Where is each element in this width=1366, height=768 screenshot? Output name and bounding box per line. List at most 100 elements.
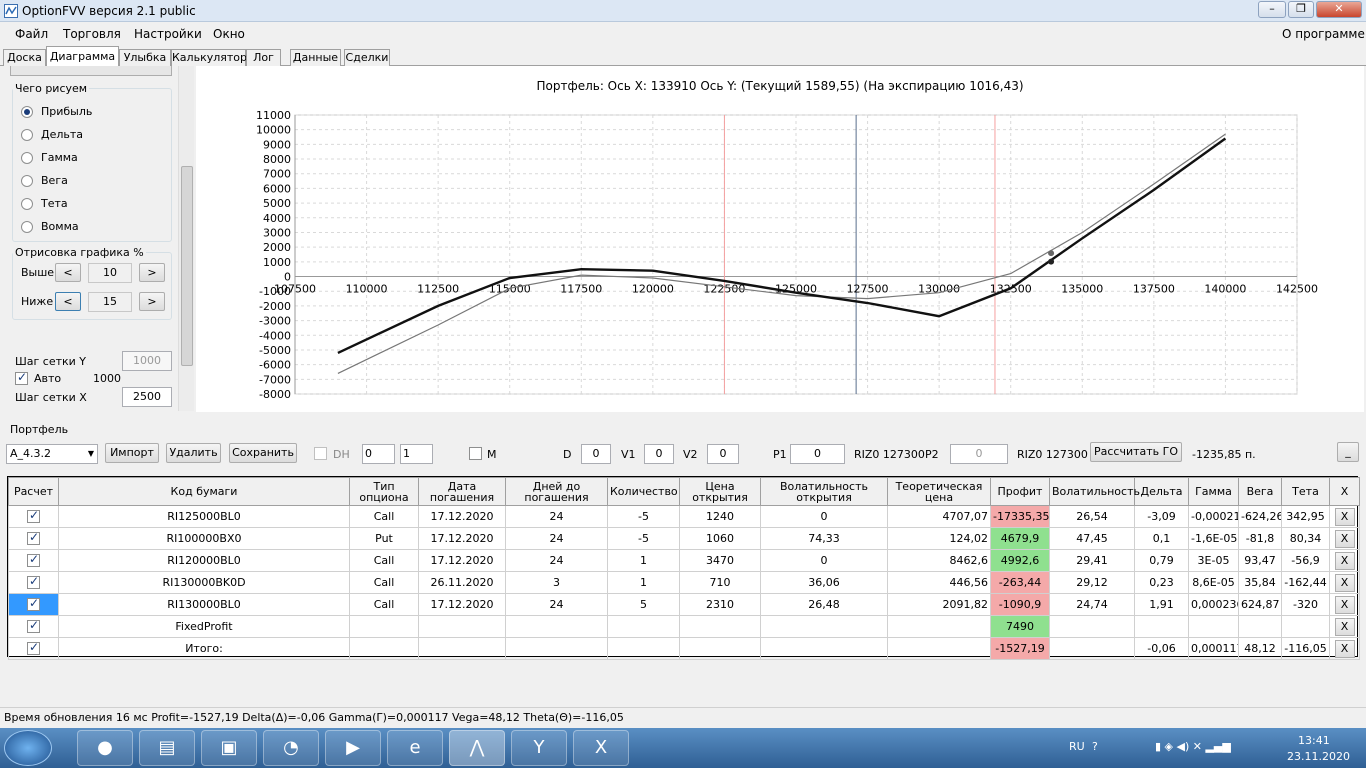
remove-row-button[interactable]: X <box>1334 573 1355 592</box>
left-scrollbar[interactable] <box>178 66 194 411</box>
explorer-icon[interactable]: ▤ <box>139 730 195 766</box>
column-header[interactable]: Дельта <box>1134 477 1189 506</box>
panel-top-button[interactable] <box>10 66 172 76</box>
updater-icon[interactable]: ◔ <box>263 730 319 766</box>
column-header[interactable]: Волатильность <box>1049 477 1140 506</box>
p2-input[interactable]: 0 <box>950 444 1008 464</box>
column-header[interactable]: Вега <box>1238 477 1282 506</box>
calc-checkbox-cell[interactable] <box>8 593 59 616</box>
table-row[interactable]: RI130000BK0DCall26.11.20203171036,06446,… <box>8 571 1360 594</box>
column-header[interactable]: X <box>1329 477 1360 506</box>
help-icon[interactable]: ? <box>1092 740 1098 753</box>
tab-calculator[interactable]: Калькулятор <box>171 49 247 66</box>
radio-delta[interactable]: Дельта <box>21 126 171 144</box>
table-row[interactable]: RI100000BX0Put17.12.202024-5106074,33124… <box>8 527 1360 550</box>
column-header[interactable]: Тета <box>1281 477 1330 506</box>
table-row[interactable]: RI125000BL0Call17.12.202024-5124004707,0… <box>8 505 1360 528</box>
network-app-icon[interactable]: ▣ <box>201 730 257 766</box>
below-increase-button[interactable]: > <box>139 292 165 311</box>
p1-input[interactable]: 0 <box>790 444 845 464</box>
calc-checkbox-cell[interactable] <box>8 527 59 550</box>
radio-vomma[interactable]: Вомма <box>21 218 171 236</box>
tab-diagram[interactable]: Диаграмма <box>46 46 119 67</box>
below-decrease-button[interactable]: < <box>55 292 81 311</box>
calculate-go-button[interactable]: Рассчитать ГО <box>1090 442 1182 462</box>
remove-row-button[interactable]: X <box>1334 529 1355 548</box>
save-button[interactable]: Сохранить <box>229 443 297 463</box>
tab-board[interactable]: Доска <box>3 49 46 66</box>
language-indicator[interactable]: RU <box>1069 740 1085 753</box>
ie-icon[interactable]: e <box>387 730 443 766</box>
menu-file[interactable]: Файл <box>15 27 48 41</box>
remove-row-button[interactable]: X <box>1334 595 1355 614</box>
media-player-icon[interactable]: ▶ <box>325 730 381 766</box>
v1-input[interactable]: 0 <box>644 444 674 464</box>
calc-checkbox[interactable] <box>27 640 40 656</box>
yandex-icon[interactable]: Y <box>511 730 567 766</box>
column-header[interactable]: Теоретическая цена <box>887 477 991 506</box>
optionfvv-taskbar-icon[interactable]: ⋀ <box>449 730 505 766</box>
dh-checkbox[interactable] <box>314 447 327 460</box>
calc-checkbox[interactable] <box>27 618 40 634</box>
v2-input[interactable]: 0 <box>707 444 739 464</box>
import-button[interactable]: Импорт <box>105 443 159 463</box>
m-checkbox[interactable] <box>469 447 482 460</box>
radio-vega[interactable]: Вега <box>21 172 171 190</box>
radio-profit[interactable]: Прибыль <box>21 103 171 121</box>
remove-row-button[interactable]: X <box>1334 507 1355 526</box>
column-header[interactable]: Волатильность открытия <box>760 477 888 506</box>
d-input[interactable]: 0 <box>581 444 611 464</box>
radio-theta[interactable]: Тета <box>21 195 171 213</box>
tab-data[interactable]: Данные <box>290 49 341 66</box>
tray-icons[interactable]: ▮ ◈ ◀) ✕ ▂▄▆ <box>1155 740 1231 753</box>
calc-checkbox-cell[interactable] <box>8 505 59 528</box>
column-header[interactable]: Профит <box>990 477 1050 506</box>
menu-window[interactable]: Окно <box>213 27 245 41</box>
column-header[interactable]: Дней до погашения <box>505 477 608 506</box>
minimize-button[interactable]: – <box>1258 1 1286 18</box>
column-header[interactable]: Код бумаги <box>58 477 350 506</box>
table-row[interactable]: RI120000BL0Call17.12.2020241347008462,64… <box>8 549 1360 572</box>
above-increase-button[interactable]: > <box>139 263 165 282</box>
calc-checkbox[interactable] <box>27 574 40 590</box>
calc-checkbox-cell[interactable] <box>8 549 59 572</box>
table-row[interactable]: RI130000BL0Call17.12.2020245231026,48209… <box>8 593 1360 616</box>
scrollbar-thumb[interactable] <box>181 166 193 366</box>
calc-checkbox[interactable] <box>27 508 40 524</box>
column-header[interactable]: Гамма <box>1188 477 1239 506</box>
menu-settings[interactable]: Настройки <box>134 27 202 41</box>
calc-checkbox[interactable] <box>27 552 40 568</box>
column-header[interactable]: Цена открытия <box>679 477 761 506</box>
remove-row-button[interactable]: X <box>1334 639 1355 658</box>
tab-deals[interactable]: Сделки <box>344 49 390 66</box>
tab-log[interactable]: Лог <box>246 49 281 66</box>
grid-y-input[interactable]: 1000 <box>122 351 172 371</box>
radio-gamma[interactable]: Гамма <box>21 149 171 167</box>
start-button[interactable] <box>4 730 52 766</box>
dh-spin-2[interactable]: 1 <box>400 444 433 464</box>
collapse-button[interactable]: _ <box>1337 442 1359 462</box>
tab-smile[interactable]: Улыбка <box>119 49 171 66</box>
table-row[interactable]: Итого: -1527,19 -0,060,00011748,12-116,05X <box>8 637 1360 660</box>
menu-trading[interactable]: Торговля <box>63 27 121 41</box>
dh-spin-1[interactable]: 0 <box>362 444 395 464</box>
column-header[interactable]: Тип опциона <box>349 477 419 506</box>
menu-about[interactable]: О программе <box>1282 27 1365 41</box>
calc-checkbox-cell[interactable] <box>8 637 59 660</box>
above-value[interactable]: 10 <box>88 263 132 283</box>
remove-row-button[interactable]: X <box>1334 617 1355 636</box>
table-row[interactable]: FixedProfit 7490 X <box>8 615 1360 638</box>
calc-checkbox-cell[interactable] <box>8 615 59 638</box>
portfolio-combo[interactable]: A_4.3.2 ▼ <box>6 444 98 464</box>
calc-checkbox-cell[interactable] <box>8 571 59 594</box>
remove-row-button[interactable]: X <box>1334 551 1355 570</box>
column-header[interactable]: Дата погашения <box>418 477 506 506</box>
excel-icon[interactable]: X <box>573 730 629 766</box>
maximize-button[interactable]: ❐ <box>1288 1 1314 18</box>
delete-button[interactable]: Удалить <box>166 443 221 463</box>
close-button[interactable]: ✕ <box>1316 1 1362 18</box>
above-decrease-button[interactable]: < <box>55 263 81 282</box>
column-header[interactable]: Количество <box>607 477 680 506</box>
profit-chart[interactable]: 11000 100009000 8000 70006000 5000 40003000 20… <box>196 66 1364 412</box>
auto-checkbox[interactable] <box>15 370 28 385</box>
